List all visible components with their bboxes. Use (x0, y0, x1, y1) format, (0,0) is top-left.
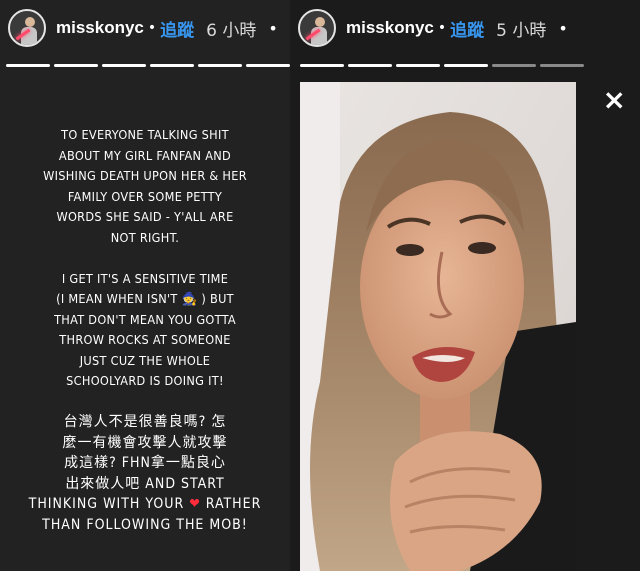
story-frame-edge (290, 82, 300, 571)
text-line: THROW ROCKS AT SOMEONE (59, 332, 231, 347)
avatar-figure-head (25, 17, 35, 27)
progress-segment (198, 64, 242, 67)
progress-segment (348, 64, 392, 67)
story-frame-edge (576, 82, 640, 571)
more-options-icon[interactable]: • (558, 19, 567, 38)
username[interactable]: misskonyc (346, 18, 434, 38)
story-header: misskonyc • 追蹤 6 小時 • (8, 8, 290, 48)
story-paragraph-1: TO EVERYONE TALKING SHIT ABOUT MY GIRL F… (0, 125, 290, 248)
story-panel-left: misskonyc • 追蹤 6 小時 • TO EVERYONE TALKIN… (0, 0, 290, 571)
story-paragraph-2: I GET IT'S A SENSITIVE TIME (I MEAN WHEN… (0, 269, 290, 392)
progress-segment (444, 64, 488, 67)
text-line: 出來做人吧 AND START (65, 475, 225, 492)
text-line: 成這樣? FHN拿一點良心 (64, 455, 226, 471)
text-line: 麼一有機會攻擊人就攻擊 (62, 434, 228, 451)
text-line: TO EVERYONE TALKING SHIT (61, 127, 229, 142)
story-progress-bar (6, 64, 290, 67)
text-line: JUST CUZ THE WHOLE (79, 352, 211, 368)
progress-segment (102, 64, 146, 67)
follow-button[interactable]: 追蹤 (160, 16, 194, 41)
timestamp: 6 小時 (206, 20, 257, 41)
separator-dot: • (147, 20, 157, 36)
progress-segment (150, 64, 194, 67)
text-fragment: (I MEAN WHEN ISN'T (56, 291, 182, 306)
more-options-icon[interactable]: • (268, 19, 277, 38)
username[interactable]: misskonyc (56, 18, 144, 38)
text-fragment: THINKING WITH YOUR (28, 496, 190, 512)
story-panel-right: misskonyc • 追蹤 5 小時 • × (290, 0, 640, 571)
heart-emoji-icon: ❤ (189, 496, 201, 512)
progress-segment (6, 64, 50, 67)
close-icon[interactable]: × (603, 86, 626, 114)
text-line: WORDS SHE SAID - Y'ALL ARE (56, 209, 234, 224)
progress-segment (492, 64, 536, 67)
story-header: misskonyc • 追蹤 5 小時 • (298, 8, 640, 48)
separator-dot: • (437, 20, 447, 36)
progress-segment (54, 64, 98, 67)
text-line: WISHING DEATH UPON HER & HER (43, 168, 247, 183)
progress-segment (396, 64, 440, 67)
text-line: SCHOOLYARD IS DOING IT! (66, 373, 224, 388)
text-line: THINKING WITH YOUR ❤ RATHER (0, 494, 290, 515)
avatar[interactable] (298, 9, 336, 47)
text-line: ABOUT MY GIRL FANFAN AND (58, 147, 232, 163)
timestamp: 5 小時 (496, 20, 547, 41)
text-line: FAMILY OVER SOME PETTY (67, 188, 223, 204)
text-line: (I MEAN WHEN ISN'T 🧙 ) BUT (0, 289, 290, 310)
text-line: I GET IT'S A SENSITIVE TIME (61, 270, 229, 286)
progress-segment (540, 64, 584, 67)
avatar-figure-head (315, 17, 325, 27)
text-fragment: ) BUT (197, 291, 234, 306)
selfie-image (300, 82, 576, 571)
text-line: THAT DON'T MEAN YOU GOTTA (54, 311, 236, 327)
story-text: TO EVERYONE TALKING SHIT ABOUT MY GIRL F… (0, 125, 290, 556)
progress-segment (246, 64, 290, 67)
story-photo[interactable] (300, 82, 576, 571)
follow-button[interactable]: 追蹤 (450, 16, 484, 41)
text-fragment: RATHER (200, 496, 262, 512)
avatar[interactable] (8, 9, 46, 47)
text-line: THAN FOLLOWING THE MOB! (42, 516, 248, 533)
text-line: 台灣人不是很善良嗎? 怎 (63, 414, 227, 430)
text-line: NOT RIGHT. (110, 229, 180, 245)
story-paragraph-3: 台灣人不是很善良嗎? 怎 麼一有機會攻擊人就攻擊 成這樣? FHN拿一點良心 出… (0, 412, 290, 535)
progress-segment (300, 64, 344, 67)
story-progress-bar (300, 64, 584, 67)
mage-emoji-icon: 🧙 (181, 291, 198, 306)
